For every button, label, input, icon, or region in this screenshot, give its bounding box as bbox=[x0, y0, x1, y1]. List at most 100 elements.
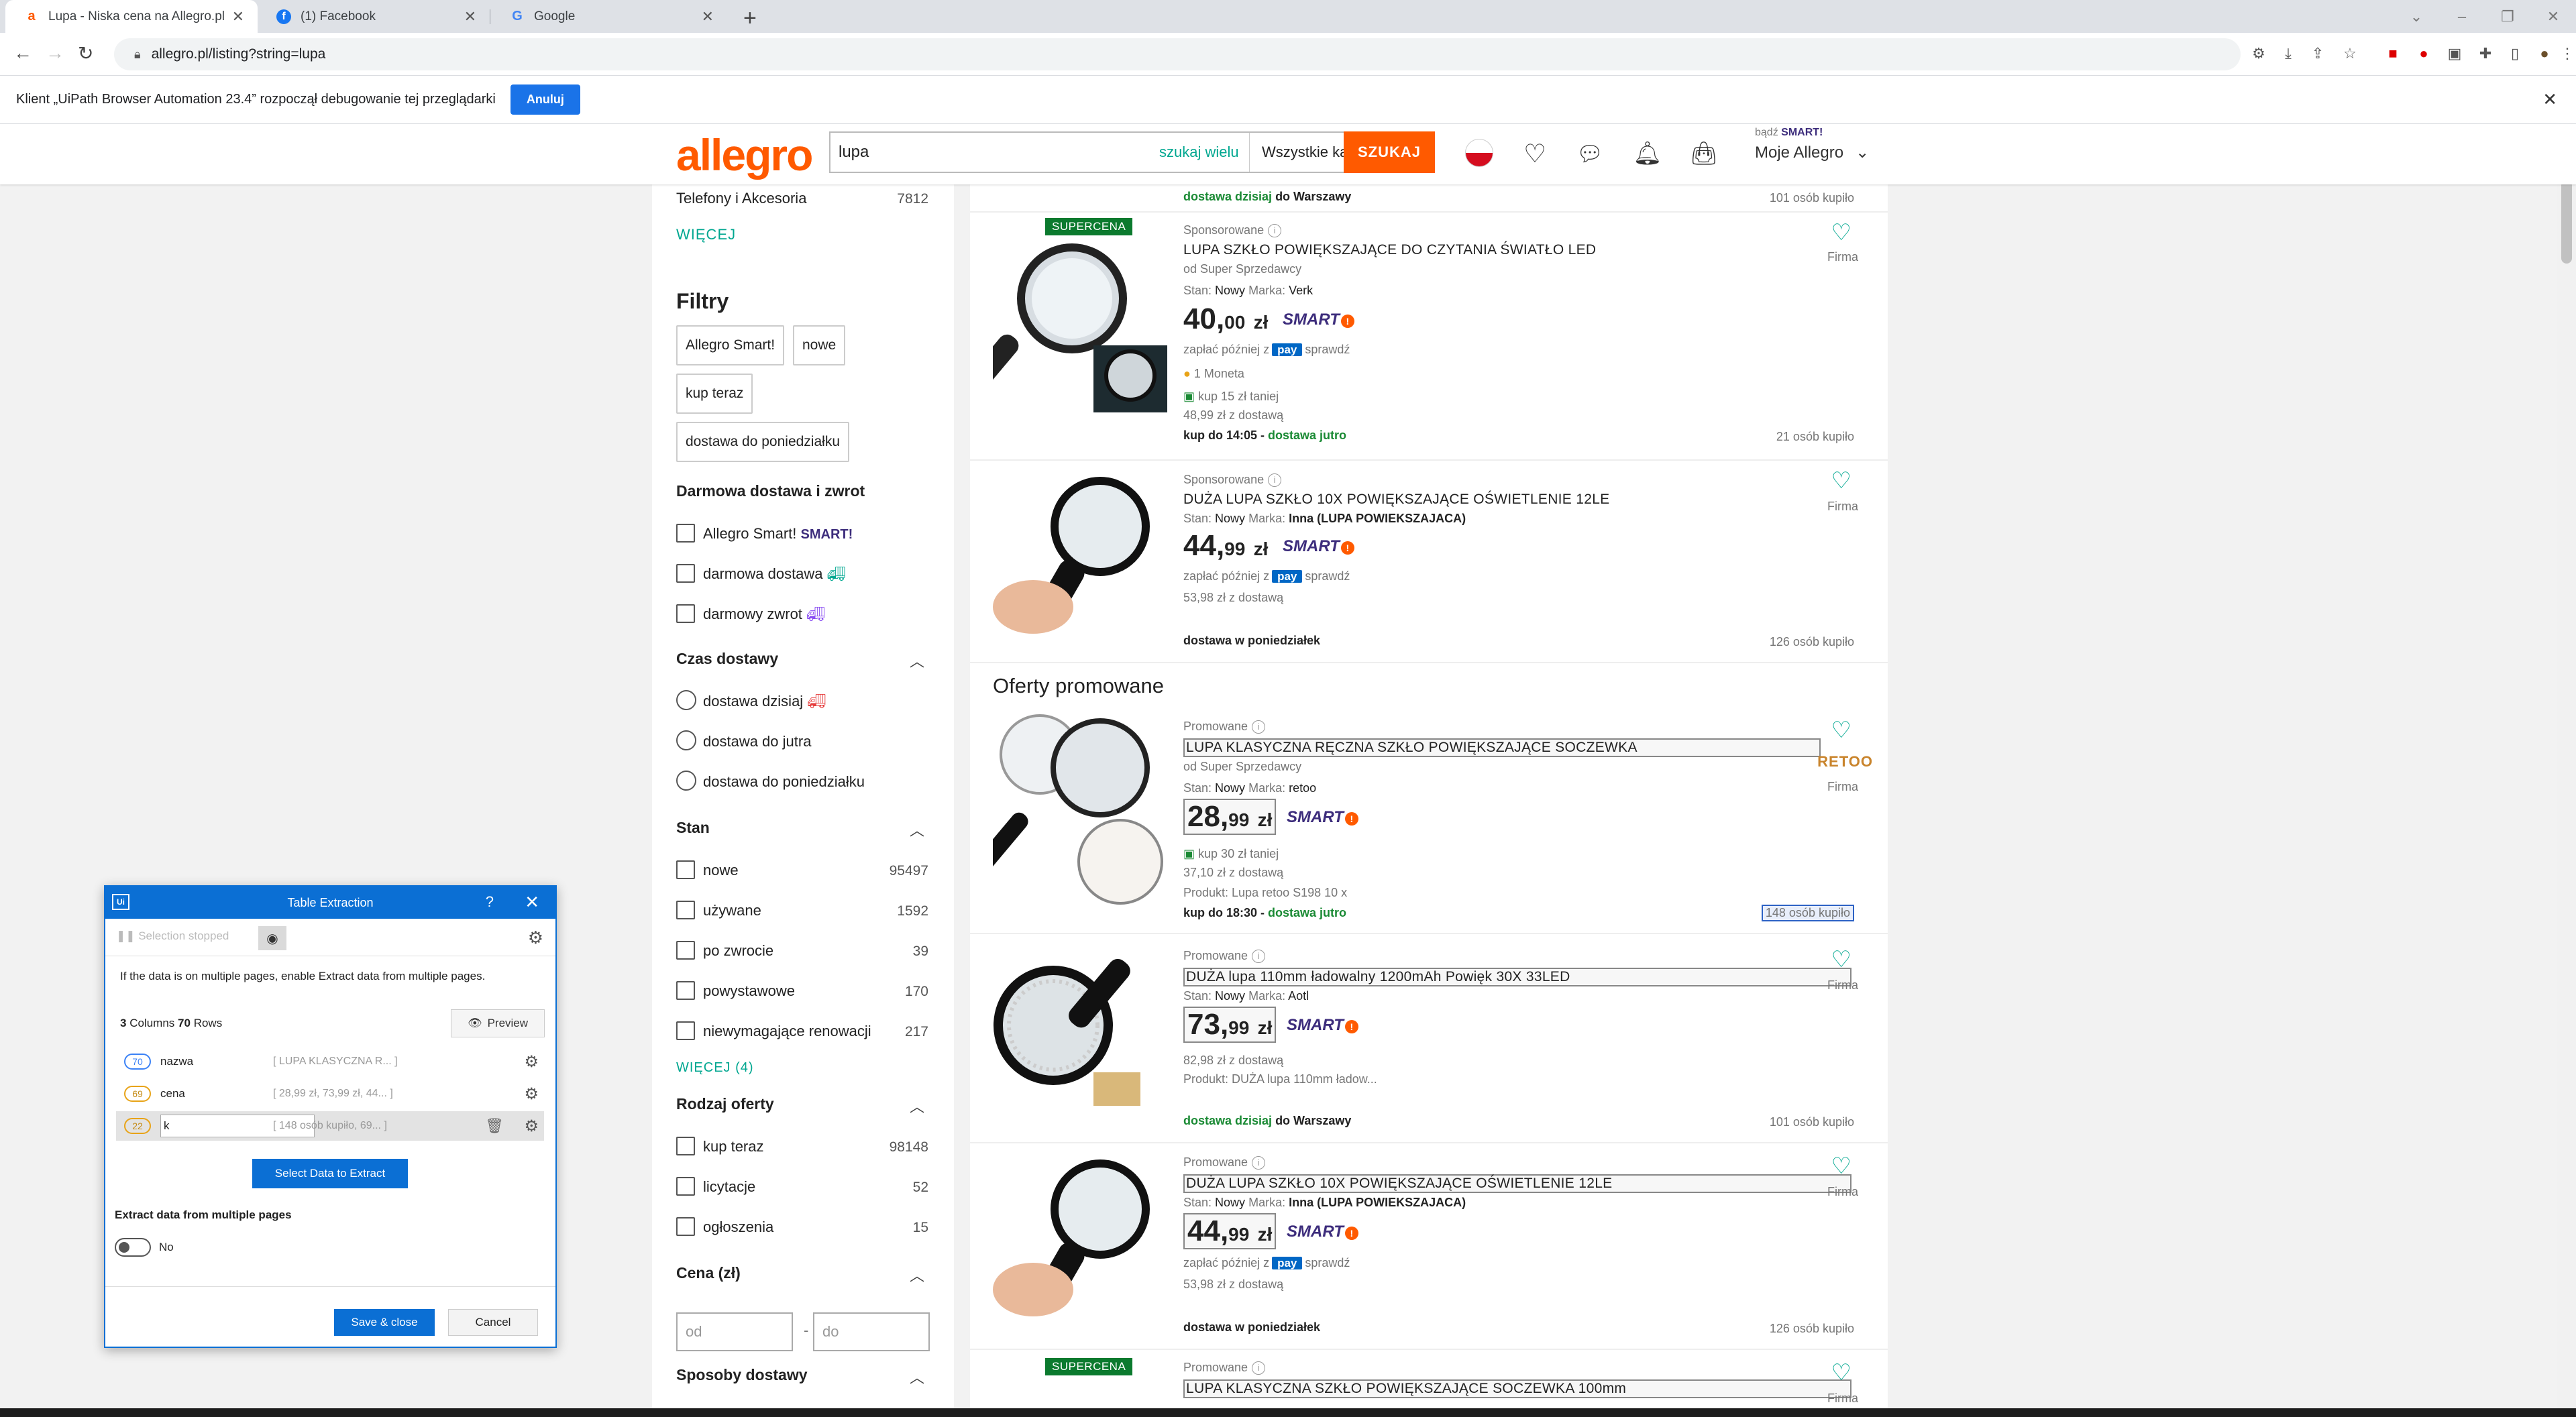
preview-button[interactable]: 👁︎ Preview bbox=[451, 1009, 545, 1037]
active-filter-buy-now[interactable]: kup teraz bbox=[676, 374, 753, 414]
account-menu[interactable]: bądź SMART! Moje Allegro ⌄ bbox=[1755, 127, 1869, 162]
close-icon[interactable]: ✕ bbox=[525, 892, 539, 913]
extension-red-icon[interactable]: ■ bbox=[2384, 45, 2402, 62]
extension-icon[interactable]: ⚙ bbox=[2250, 45, 2267, 62]
chevron-up-icon[interactable]: ︿ bbox=[910, 1264, 924, 1286]
bookmark-star-icon[interactable]: ☆ bbox=[2341, 45, 2359, 62]
product-title[interactable]: LUPA KLASYCZNA SZKŁO POWIĘKSZAJĄCE SOCZE… bbox=[1183, 1379, 1851, 1398]
product-title[interactable]: DUŻA LUPA SZKŁO 10X POWIĘKSZAJĄCE OŚWIET… bbox=[1183, 492, 1609, 508]
close-window-icon[interactable]: ✕ bbox=[2530, 8, 2576, 25]
download-icon[interactable]: ⤓ bbox=[2279, 45, 2297, 62]
checkbox-condition-used[interactable] bbox=[676, 901, 695, 919]
close-tab-icon[interactable]: ✕ bbox=[464, 8, 476, 25]
condition-more-link[interactable]: WIĘCEJ (4) bbox=[676, 1060, 754, 1076]
cancel-button[interactable]: Cancel bbox=[448, 1309, 538, 1336]
tab-facebook[interactable]: f (1) Facebook ✕ bbox=[258, 0, 490, 33]
product-title[interactable]: LUPA SZKŁO POWIĘKSZAJĄCE DO CZYTANIA ŚWI… bbox=[1183, 242, 1596, 258]
page-scrollbar[interactable] bbox=[2557, 124, 2576, 1408]
share-icon[interactable]: ⇪ bbox=[2309, 45, 2326, 62]
chevron-up-icon[interactable]: ︿ bbox=[910, 1366, 924, 1387]
price-to-input[interactable]: do bbox=[813, 1312, 930, 1351]
extension-abp-icon[interactable]: ● bbox=[2415, 45, 2432, 62]
heart-icon[interactable]: ♡ bbox=[1831, 717, 1851, 744]
allegro-logo[interactable]: allegro bbox=[676, 129, 813, 180]
chevron-up-icon[interactable]: ︿ bbox=[910, 650, 924, 671]
column-name[interactable]: cena bbox=[160, 1087, 281, 1100]
url-bar[interactable]: 🔒︎ allegro.pl/listing?string=lupa bbox=[114, 38, 2241, 70]
restore-icon[interactable]: ❐ bbox=[2485, 8, 2530, 25]
checkbox-free-delivery[interactable] bbox=[676, 564, 695, 583]
tab-search-icon[interactable]: ⌄ bbox=[2394, 8, 2439, 25]
active-filter-delivery[interactable]: dostawa do poniedziałku bbox=[676, 422, 849, 462]
close-tab-icon[interactable]: ✕ bbox=[232, 8, 244, 25]
column-name[interactable]: nazwa bbox=[160, 1055, 281, 1068]
product-image[interactable] bbox=[993, 473, 1167, 647]
tab-google[interactable]: G Google ✕ bbox=[491, 0, 727, 33]
radio-monday[interactable] bbox=[676, 771, 696, 791]
checkbox-buy-now[interactable] bbox=[676, 1137, 695, 1155]
heart-icon[interactable]: ♡ bbox=[1831, 219, 1851, 246]
checkbox-condition-new[interactable] bbox=[676, 860, 695, 879]
active-filter-smart[interactable]: Allegro Smart! bbox=[676, 325, 785, 365]
product-title[interactable]: DUŻA LUPA SZKŁO 10X POWIĘKSZAJĄCE OŚWIET… bbox=[1183, 1174, 1851, 1193]
lock-icon[interactable]: 🔒︎ bbox=[134, 48, 141, 62]
menu-dots-icon[interactable]: ⋮ bbox=[2559, 45, 2576, 62]
messages-icon[interactable]: 💬︎ bbox=[1574, 137, 1606, 170]
profile-avatar[interactable]: ● bbox=[2536, 45, 2553, 62]
chevron-up-icon[interactable]: ︿ bbox=[910, 1095, 924, 1117]
infobar-cancel-button[interactable]: Anuluj bbox=[510, 84, 580, 115]
search-button[interactable]: SZUKAJ bbox=[1344, 131, 1435, 173]
tab-allegro[interactable]: a Lupa - Niska cena na Allegro.pl ✕ bbox=[5, 0, 258, 33]
multi-search-link[interactable]: szukaj wielu bbox=[1159, 133, 1249, 172]
minimize-icon[interactable]: – bbox=[2439, 8, 2485, 25]
reload-icon[interactable]: ↻ bbox=[78, 42, 93, 64]
bell-icon[interactable]: 🔔︎ bbox=[1631, 137, 1664, 170]
column-row-selected[interactable]: 22 k [ 148 osób kupiło, 69... ] 🗑︎ ⚙ bbox=[116, 1111, 544, 1141]
heart-icon[interactable]: ♡ bbox=[1831, 467, 1851, 494]
back-icon[interactable]: ← bbox=[13, 42, 32, 64]
product-title[interactable]: LUPA KLASYCZNA RĘCZNA SZKŁO POWIĘKSZAJĄC… bbox=[1183, 738, 1821, 757]
save-close-button[interactable]: Save & close bbox=[334, 1309, 435, 1336]
multipage-toggle[interactable] bbox=[115, 1238, 151, 1257]
eye-icon[interactable]: ◉ bbox=[258, 926, 286, 950]
scrollbar-thumb[interactable] bbox=[2561, 180, 2572, 264]
new-tab-button[interactable]: + bbox=[743, 5, 757, 32]
checkbox-ads[interactable] bbox=[676, 1217, 695, 1236]
forward-icon[interactable]: → bbox=[46, 42, 64, 64]
product-title[interactable]: DUŻA lupa 110mm ładowalny 1200mAh Powięk… bbox=[1183, 968, 1851, 986]
checkbox-free-return[interactable] bbox=[676, 604, 695, 623]
heart-icon[interactable]: ♡ bbox=[1831, 1153, 1851, 1180]
gear-icon[interactable]: ⚙ bbox=[524, 1052, 539, 1072]
heart-icon[interactable]: ♡ bbox=[1831, 1359, 1851, 1386]
radio-today[interactable] bbox=[676, 690, 696, 710]
product-image[interactable] bbox=[993, 1155, 1167, 1330]
checkbox-condition-display[interactable] bbox=[676, 981, 695, 1000]
heart-icon[interactable]: ♡ bbox=[1831, 946, 1851, 973]
checkbox-smart[interactable] bbox=[676, 524, 695, 543]
chevron-up-icon[interactable]: ︿ bbox=[910, 819, 924, 840]
select-data-button[interactable]: Select Data to Extract bbox=[252, 1159, 408, 1188]
gear-icon[interactable]: ⚙ bbox=[528, 927, 543, 948]
more-categories-link[interactable]: WIĘCEJ bbox=[676, 226, 736, 243]
active-filter-new[interactable]: nowe bbox=[793, 325, 846, 365]
checkbox-condition-no-renovation[interactable] bbox=[676, 1021, 695, 1040]
product-image[interactable] bbox=[993, 238, 1167, 412]
poland-flag-icon[interactable] bbox=[1465, 139, 1493, 167]
checkbox-auctions[interactable] bbox=[676, 1177, 695, 1196]
checkbox-condition-returned[interactable] bbox=[676, 941, 695, 960]
help-icon[interactable]: ? bbox=[486, 893, 494, 911]
extensions-puzzle-icon[interactable]: ✚ bbox=[2477, 45, 2494, 62]
column-row[interactable]: 69 cena [ 28,99 zł, 73,99 zł, 44... ] ⚙ bbox=[116, 1079, 544, 1109]
close-tab-icon[interactable]: ✕ bbox=[702, 8, 714, 25]
search-input[interactable] bbox=[830, 133, 1159, 172]
radio-tomorrow[interactable] bbox=[676, 730, 696, 750]
product-image[interactable] bbox=[993, 945, 1167, 1133]
trash-icon[interactable]: 🗑︎ bbox=[485, 1117, 504, 1135]
product-image[interactable] bbox=[993, 714, 1167, 909]
column-row[interactable]: 70 nazwa [ LUPA KLASYCZNA R... ] ⚙ bbox=[116, 1047, 544, 1076]
cart-icon[interactable]: 👜︎ bbox=[1688, 137, 1720, 170]
price-from-input[interactable]: od bbox=[676, 1312, 793, 1351]
category-link[interactable]: Telefony i Akcesoria bbox=[676, 190, 806, 207]
infobar-close-icon[interactable]: ✕ bbox=[2542, 89, 2557, 110]
heart-icon[interactable]: ♡ bbox=[1519, 137, 1551, 170]
